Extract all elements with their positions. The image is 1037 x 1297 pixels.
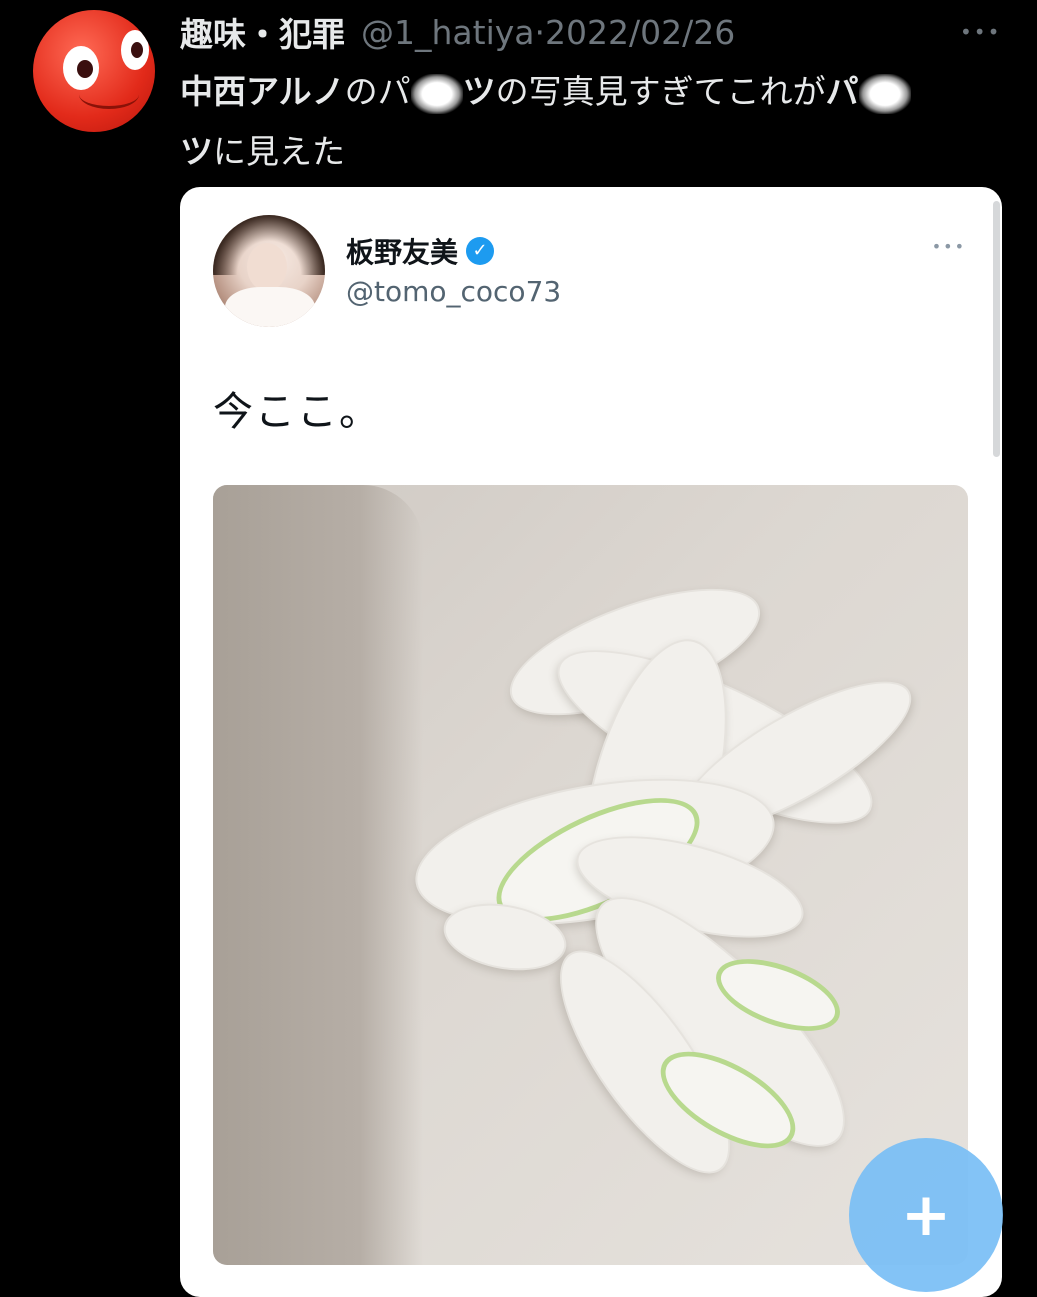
poster-handle[interactable]: @1_hatiya·2022/02/26 — [361, 13, 735, 52]
poster-avatar[interactable] — [33, 10, 155, 132]
quoted-more-options-icon[interactable]: ••• — [932, 237, 966, 256]
quoted-tweet-card[interactable]: 板野友美 ✓ @tomo_coco73 ••• 今ここ。 — [180, 187, 1002, 1297]
scrollbar[interactable] — [993, 201, 1000, 457]
quoted-photo[interactable] — [213, 485, 968, 1265]
more-options-icon[interactable]: ••• — [960, 20, 1001, 44]
tweet-text: 中西アルノのパ ツの写真見すぎてこれがパ ツに見えた — [180, 62, 1010, 182]
verified-badge-icon: ✓ — [466, 237, 495, 265]
quoted-display-name[interactable]: 板野友美 — [346, 231, 458, 271]
quoted-text: 今ここ。 — [213, 389, 381, 435]
quoted-avatar[interactable] — [213, 215, 325, 327]
quoted-handle[interactable]: @tomo_coco73 — [346, 275, 561, 308]
poster-display-name[interactable]: 趣味・犯罪 — [180, 8, 345, 56]
compose-fab-button[interactable]: + — [849, 1138, 1003, 1292]
tweet-header: 趣味・犯罪 @1_hatiya·2022/02/26 — [180, 8, 1000, 56]
